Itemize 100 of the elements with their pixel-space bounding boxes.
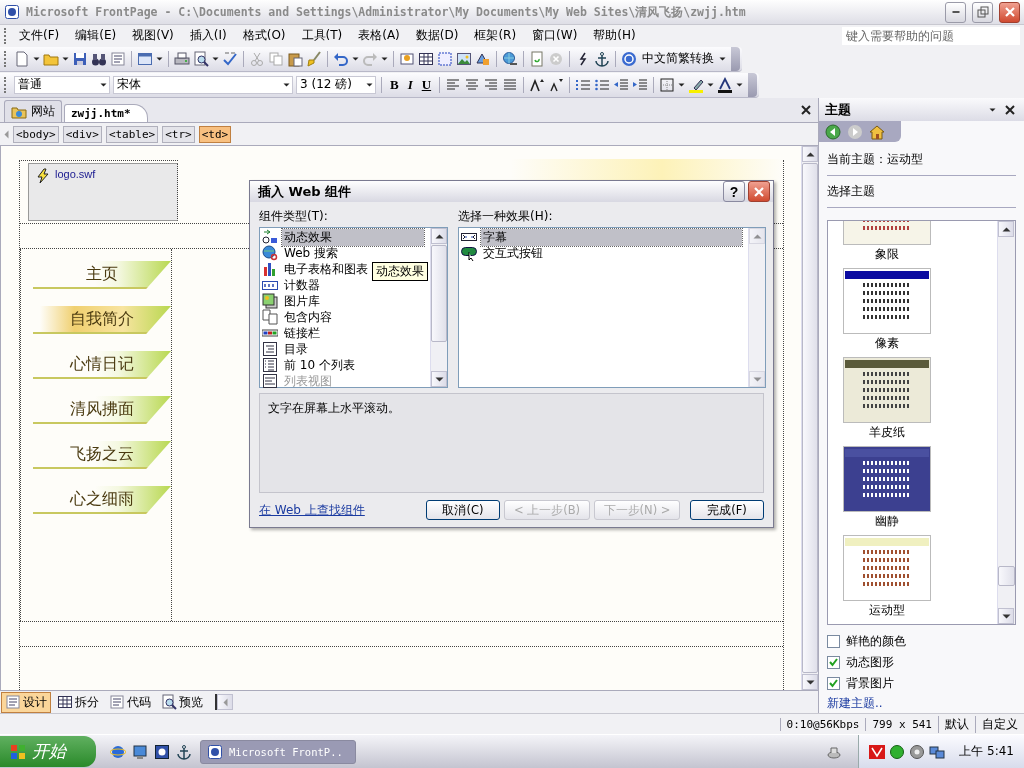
tag-selector[interactable]: <td> bbox=[198, 125, 232, 143]
desktop-icon[interactable] bbox=[132, 743, 148, 760]
start-button[interactable]: 开始 bbox=[0, 736, 96, 767]
nav-link[interactable]: 主页 bbox=[33, 261, 171, 289]
convert-button[interactable]: 中文简繁转换 bbox=[640, 50, 716, 67]
component-type-item[interactable]: Web 搜索 bbox=[262, 245, 428, 261]
decrease-indent-icon[interactable] bbox=[613, 76, 630, 93]
disc-icon[interactable] bbox=[909, 743, 926, 760]
hyperlink-icon[interactable] bbox=[502, 50, 518, 67]
close-button[interactable] bbox=[999, 1, 1020, 23]
dialog-button[interactable]: 完成(F) bbox=[690, 500, 764, 520]
app-icon[interactable] bbox=[4, 4, 20, 20]
scrollbar-thumb[interactable] bbox=[998, 566, 1015, 587]
justify-icon[interactable] bbox=[502, 76, 519, 93]
window-icon[interactable] bbox=[137, 50, 153, 67]
save-icon[interactable] bbox=[72, 50, 88, 67]
caret-icon[interactable] bbox=[156, 56, 163, 61]
font-dropdown[interactable]: 宋体 bbox=[113, 75, 293, 94]
theme-preview-drawing[interactable] bbox=[843, 357, 931, 424]
component-type-item[interactable]: 目录 bbox=[262, 341, 428, 357]
caret-icon[interactable] bbox=[381, 56, 388, 61]
scrollbar-thumb[interactable] bbox=[431, 245, 447, 342]
tag-selector[interactable]: <div> bbox=[62, 125, 102, 143]
help-button[interactable]: ? bbox=[723, 181, 745, 202]
nav-link[interactable]: 心情日记 bbox=[33, 351, 171, 379]
theme-name[interactable]: 幽静 bbox=[875, 512, 899, 532]
minimize-button[interactable] bbox=[945, 1, 966, 23]
italic-button[interactable]: I bbox=[404, 76, 416, 93]
component-type-item[interactable]: 前 10 个列表 bbox=[262, 357, 428, 373]
nav-link[interactable]: 清风拂面 bbox=[33, 396, 171, 424]
component-type-item[interactable]: 包含内容 bbox=[262, 309, 428, 325]
document-tab[interactable]: zwjj.htm* bbox=[64, 104, 148, 122]
theme-name[interactable]: 像素 bbox=[875, 334, 899, 354]
menu-item[interactable]: 工具(T) bbox=[293, 25, 351, 46]
menu-item[interactable]: 帮助(H) bbox=[585, 25, 644, 46]
caret-icon[interactable] bbox=[352, 56, 359, 61]
caret-icon[interactable] bbox=[62, 56, 69, 61]
restore-button[interactable] bbox=[972, 1, 993, 23]
web-link[interactable]: 在 Web 上查找组件 bbox=[259, 501, 365, 519]
status-circle-icon[interactable] bbox=[889, 743, 906, 760]
nav-link[interactable]: 自我简介 bbox=[33, 306, 171, 334]
menu-item[interactable]: 数据(D) bbox=[407, 25, 467, 46]
caret-icon[interactable] bbox=[212, 56, 219, 61]
theme-name[interactable]: 运动型 bbox=[869, 601, 905, 621]
style-dropdown[interactable]: 普通 bbox=[14, 75, 110, 94]
align-center-icon[interactable] bbox=[464, 76, 481, 93]
tag-selector[interactable]: <body> bbox=[13, 125, 59, 143]
menu-item[interactable]: 框架(R) bbox=[466, 25, 525, 46]
scroll-up-button[interactable] bbox=[998, 221, 1014, 238]
scroll-down-button[interactable] bbox=[431, 371, 447, 387]
paste-icon[interactable] bbox=[287, 50, 303, 67]
checkbox[interactable] bbox=[827, 656, 840, 669]
view-tab[interactable]: 拆分 bbox=[53, 691, 103, 713]
view-tab[interactable]: 设计 bbox=[1, 691, 51, 713]
menu-item[interactable]: 插入(I) bbox=[181, 25, 235, 46]
theme-preview-drawing[interactable] bbox=[843, 535, 931, 602]
menu-item[interactable]: 格式(O) bbox=[234, 25, 294, 46]
dropdown-icon[interactable] bbox=[989, 107, 996, 112]
menu-item[interactable]: 视图(V) bbox=[124, 25, 182, 46]
view-tab[interactable]: 预览 bbox=[157, 691, 207, 713]
menu-item[interactable]: 文件(F) bbox=[11, 25, 68, 46]
picture-icon[interactable] bbox=[456, 50, 472, 67]
print-preview-icon[interactable] bbox=[193, 50, 209, 67]
caret-icon[interactable] bbox=[678, 82, 686, 87]
nav-link[interactable]: 心之细雨 bbox=[33, 486, 171, 514]
theme-preview-drawing[interactable] bbox=[843, 446, 931, 513]
input-method-icon[interactable] bbox=[869, 743, 886, 760]
checkbox[interactable] bbox=[827, 677, 840, 690]
scroll-up-button[interactable] bbox=[802, 146, 818, 162]
scroll-left-button[interactable] bbox=[217, 694, 233, 710]
align-right-icon[interactable] bbox=[483, 76, 500, 93]
component-type-item[interactable]: 链接栏 bbox=[262, 325, 428, 341]
nav-link[interactable]: 飞扬之云 bbox=[33, 441, 171, 469]
document-tab[interactable]: 网站 bbox=[4, 100, 62, 122]
close-button[interactable] bbox=[748, 181, 770, 202]
theme-name[interactable]: 羊皮纸 bbox=[869, 423, 905, 443]
view-tab[interactable]: 代码 bbox=[105, 691, 155, 713]
font-size-dropdown[interactable]: 3 (12 磅) bbox=[296, 75, 376, 94]
anchor-icon[interactable] bbox=[594, 50, 610, 67]
caret-icon[interactable] bbox=[736, 82, 744, 87]
font-color-icon[interactable] bbox=[717, 76, 734, 93]
tag-selector[interactable]: <tr> bbox=[162, 125, 195, 143]
new-theme-link[interactable]: 新建主题.. bbox=[819, 694, 1024, 713]
help-search-field[interactable]: 键入需要帮助的问题 bbox=[842, 26, 1020, 45]
refresh-icon[interactable] bbox=[529, 50, 545, 67]
anchor-icon[interactable] bbox=[176, 743, 192, 760]
home-icon[interactable] bbox=[869, 123, 885, 140]
borders-icon[interactable] bbox=[659, 76, 676, 93]
shrink-font-icon[interactable] bbox=[548, 76, 565, 93]
spelling-icon[interactable] bbox=[222, 50, 238, 67]
menu-item[interactable]: 窗口(W) bbox=[524, 25, 586, 46]
table-icon[interactable] bbox=[418, 50, 434, 67]
scroll-up-button[interactable] bbox=[431, 228, 447, 244]
menu-item[interactable]: 表格(A) bbox=[350, 25, 408, 46]
align-left-icon[interactable] bbox=[445, 76, 462, 93]
bold-button[interactable]: B bbox=[387, 76, 402, 93]
scroll-down-button[interactable] bbox=[802, 674, 818, 690]
menu-item[interactable]: 编辑(E) bbox=[67, 25, 125, 46]
toolbar-grip[interactable] bbox=[4, 50, 9, 67]
caret-icon[interactable] bbox=[707, 82, 715, 87]
